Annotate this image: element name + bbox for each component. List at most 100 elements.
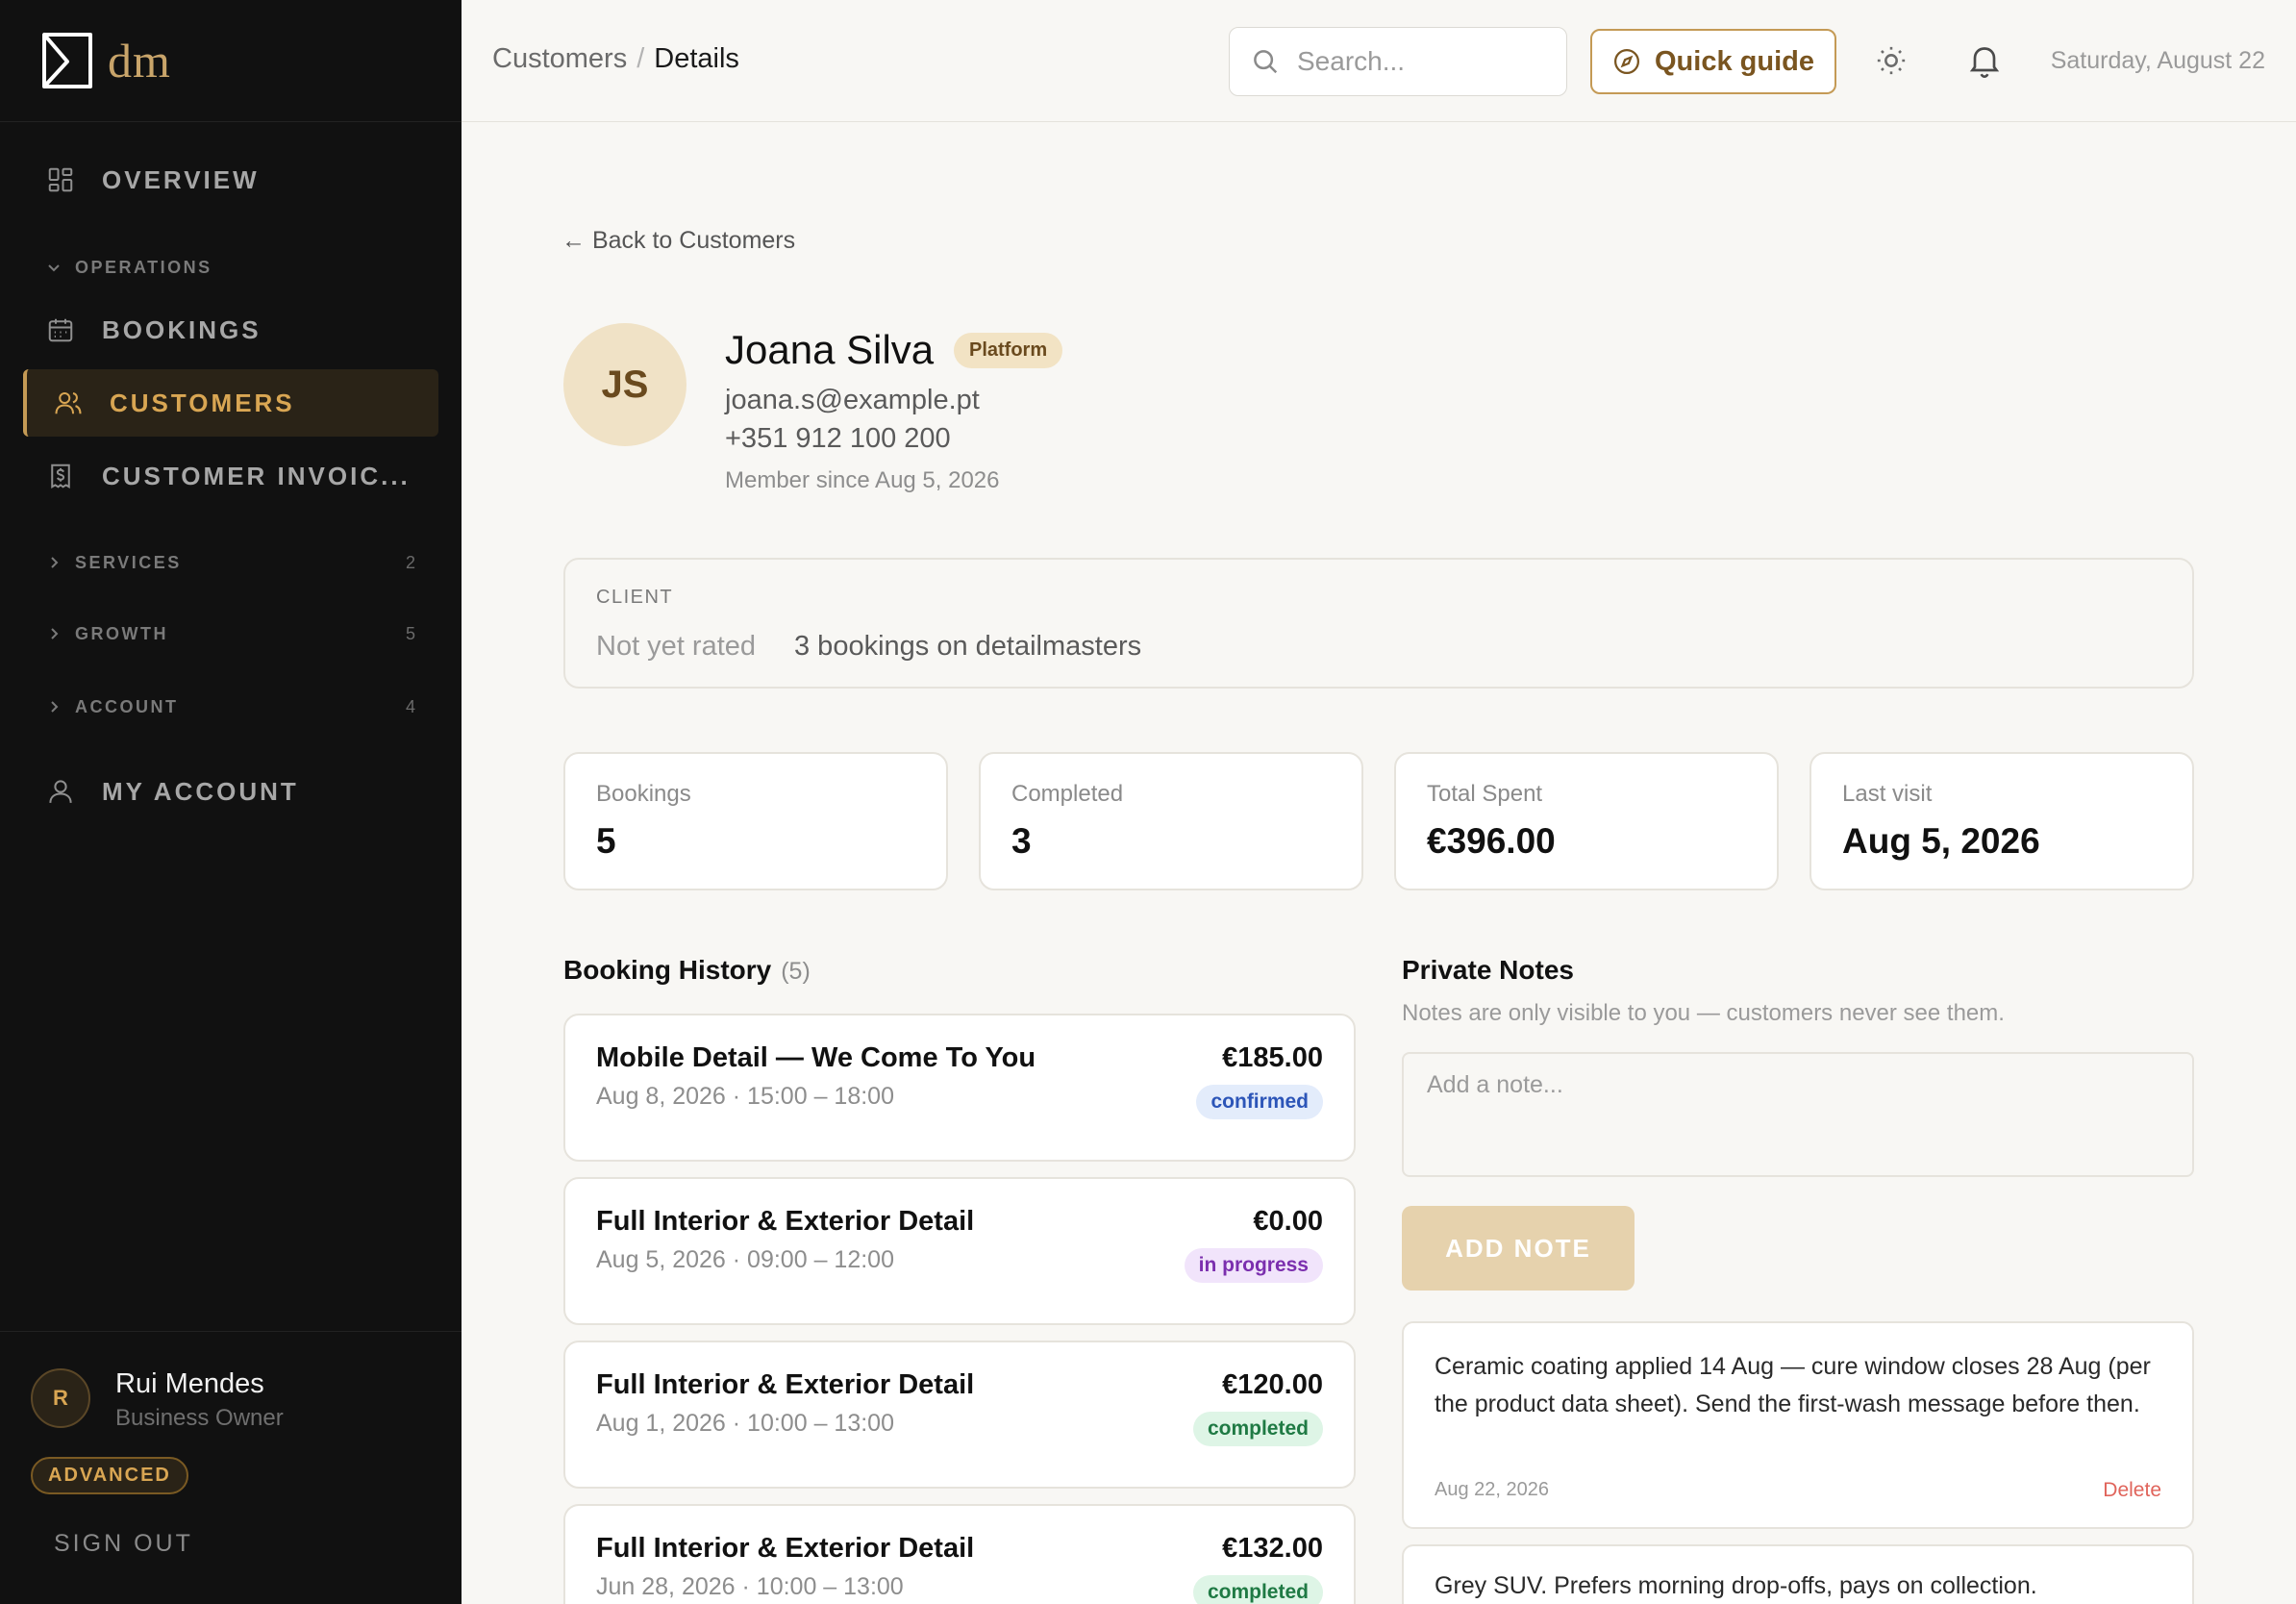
customer-avatar: JS [563,323,686,446]
client-rating: Not yet rated [596,631,757,662]
source-badge: Platform [954,333,1063,368]
booking-datetime: Aug 8, 2026 · 15:00 – 18:00 [596,1083,894,1110]
booking-history-label: Booking History [563,955,772,985]
nav-bookings[interactable]: BOOKINGS [23,296,438,363]
add-note-button[interactable]: ADD NOTE [1402,1206,1635,1291]
search-icon [1254,50,1278,74]
bell-icon[interactable] [1965,40,2004,81]
user-icon [49,780,72,803]
booking-price: €132.00 [1222,1533,1323,1564]
section-growth-count: 5 [405,623,415,643]
nav-customers[interactable]: CUSTOMERS [23,369,438,437]
stat-card-last-visit: Last visit Aug 5, 2026 [1809,752,2194,890]
nav-overview[interactable]: OVERVIEW [23,146,438,213]
section-account-label: ACCOUNT [75,696,179,716]
customer-email[interactable]: joana.s@example.pt [725,385,980,416]
booking-card[interactable]: Full Interior & Exterior Detail Aug 1, 2… [563,1341,1356,1489]
note-input[interactable] [1402,1052,2194,1177]
booking-service: Full Interior & Exterior Detail [596,1533,975,1564]
booking-service: Mobile Detail — We Come To You [596,1042,1036,1073]
breadcrumb: Customers / Details [492,43,739,75]
quick-guide-button[interactable]: Quick guide [1590,29,1836,94]
client-card: CLIENT Not yet rated 3 bookings on detai… [563,558,2194,689]
section-growth[interactable]: GROWTH 5 [46,614,415,653]
calendar-icon [48,318,73,342]
stat-label: Bookings [596,781,691,807]
receipt-icon [51,464,70,489]
breadcrumb-customers-link[interactable]: Customers [492,43,627,74]
booking-datetime: Jun 28, 2026 · 10:00 – 13:00 [596,1573,904,1600]
stat-card-bookings: Bookings 5 [563,752,948,890]
member-since: Member since Aug 5, 2026 [725,467,1000,493]
chevron-right-icon [51,701,59,713]
booking-card[interactable]: Full Interior & Exterior Detail Jun 28, … [563,1504,1356,1604]
quick-guide-label: Quick guide [1655,45,1814,77]
nav-bookings-label: BOOKINGS [102,314,262,344]
section-services-label: SERVICES [75,552,182,572]
status-badge: completed [1192,1412,1323,1446]
plan-tier-badge: ADVANCED [31,1457,188,1494]
booking-card[interactable]: Mobile Detail — We Come To You Aug 8, 20… [563,1014,1356,1162]
users-icon [55,392,82,414]
booking-history-title: Booking History (5) [563,955,811,986]
nav-my-account[interactable]: MY ACCOUNT [23,758,438,825]
status-badge: confirmed [1196,1085,1323,1119]
sun-icon[interactable] [1875,44,1908,77]
section-operations-label: OPERATIONS [75,257,212,277]
booking-card[interactable]: Full Interior & Exterior Detail Aug 5, 2… [563,1177,1356,1325]
chevron-right-icon [51,557,59,568]
note-text: Ceramic coating applied 14 Aug — cure wi… [1435,1353,2151,1417]
chevron-right-icon [51,628,59,639]
note-card: Ceramic coating applied 14 Aug — cure wi… [1402,1321,2194,1529]
breadcrumb-separator: / [636,43,645,74]
compass-icon [1614,49,1639,74]
search-box[interactable] [1229,27,1567,96]
chevron-down-icon [48,264,60,272]
stat-value: 3 [1011,821,1032,861]
section-account-count: 4 [405,696,415,716]
booking-service: Full Interior & Exterior Detail [596,1206,975,1237]
logo-text: dm [108,34,171,88]
topbar: Customers / Details Quick guide Saturday, … [462,0,2296,122]
stat-label: Completed [1011,781,1124,807]
delete-note-button[interactable]: Delete [2103,1479,2161,1502]
stat-label: Last visit [1842,781,1933,807]
sign-out-button[interactable]: SIGN OUT [54,1530,193,1558]
status-badge: in progress [1184,1248,1323,1283]
stat-value: €396.00 [1427,821,1556,861]
avatar[interactable]: R [31,1368,90,1428]
platform-bookings: 3 bookings on detailmasters [794,631,1142,662]
booking-datetime: Aug 1, 2026 · 10:00 – 13:00 [596,1410,894,1437]
booking-service: Full Interior & Exterior Detail [596,1369,975,1400]
stat-value: 5 [596,821,616,861]
booking-price: €0.00 [1253,1206,1323,1237]
nav-customer-invoices[interactable]: CUSTOMER INVOIC... [23,442,438,510]
stat-card-completed: Completed 3 [979,752,1363,890]
user-role: Business Owner [115,1405,284,1431]
current-date: Saturday, August 22 [2050,47,2265,74]
nav-customer-invoices-label: CUSTOMER INVOIC... [102,461,411,490]
back-to-customers-link[interactable]: ← Back to Customers [562,227,795,255]
note-text: Grey SUV. Prefers morning drop-offs, pay… [1435,1572,2037,1599]
section-account[interactable]: ACCOUNT 4 [46,688,415,726]
search-input[interactable] [1297,46,1528,77]
section-services[interactable]: SERVICES 2 [46,543,415,582]
customer-phone[interactable]: +351 912 100 200 [725,423,951,455]
section-operations[interactable]: OPERATIONS [46,248,415,287]
booking-datetime: Aug 5, 2026 · 09:00 – 12:00 [596,1246,894,1273]
stat-card-total-spent: Total Spent €396.00 [1394,752,1779,890]
private-notes-title: Private Notes [1402,955,1574,985]
breadcrumb-current: Details [654,43,739,74]
logo-mark-icon [42,33,92,88]
note-date: Aug 22, 2026 [1435,1479,1549,1500]
sidebar: dm OVERVIEW OPERATIONS BOOKINGS CUSTOMER… [0,0,462,1604]
section-services-count: 2 [405,552,415,572]
booking-price: €120.00 [1222,1369,1323,1400]
note-card: Grey SUV. Prefers morning drop-offs, pay… [1402,1544,2194,1604]
stat-value: Aug 5, 2026 [1842,821,2040,861]
grid-icon [48,167,73,192]
client-label: CLIENT [596,587,674,608]
nav-customers-label: CUSTOMERS [110,388,295,417]
stat-label: Total Spent [1427,781,1543,807]
logo[interactable]: dm [0,0,462,122]
